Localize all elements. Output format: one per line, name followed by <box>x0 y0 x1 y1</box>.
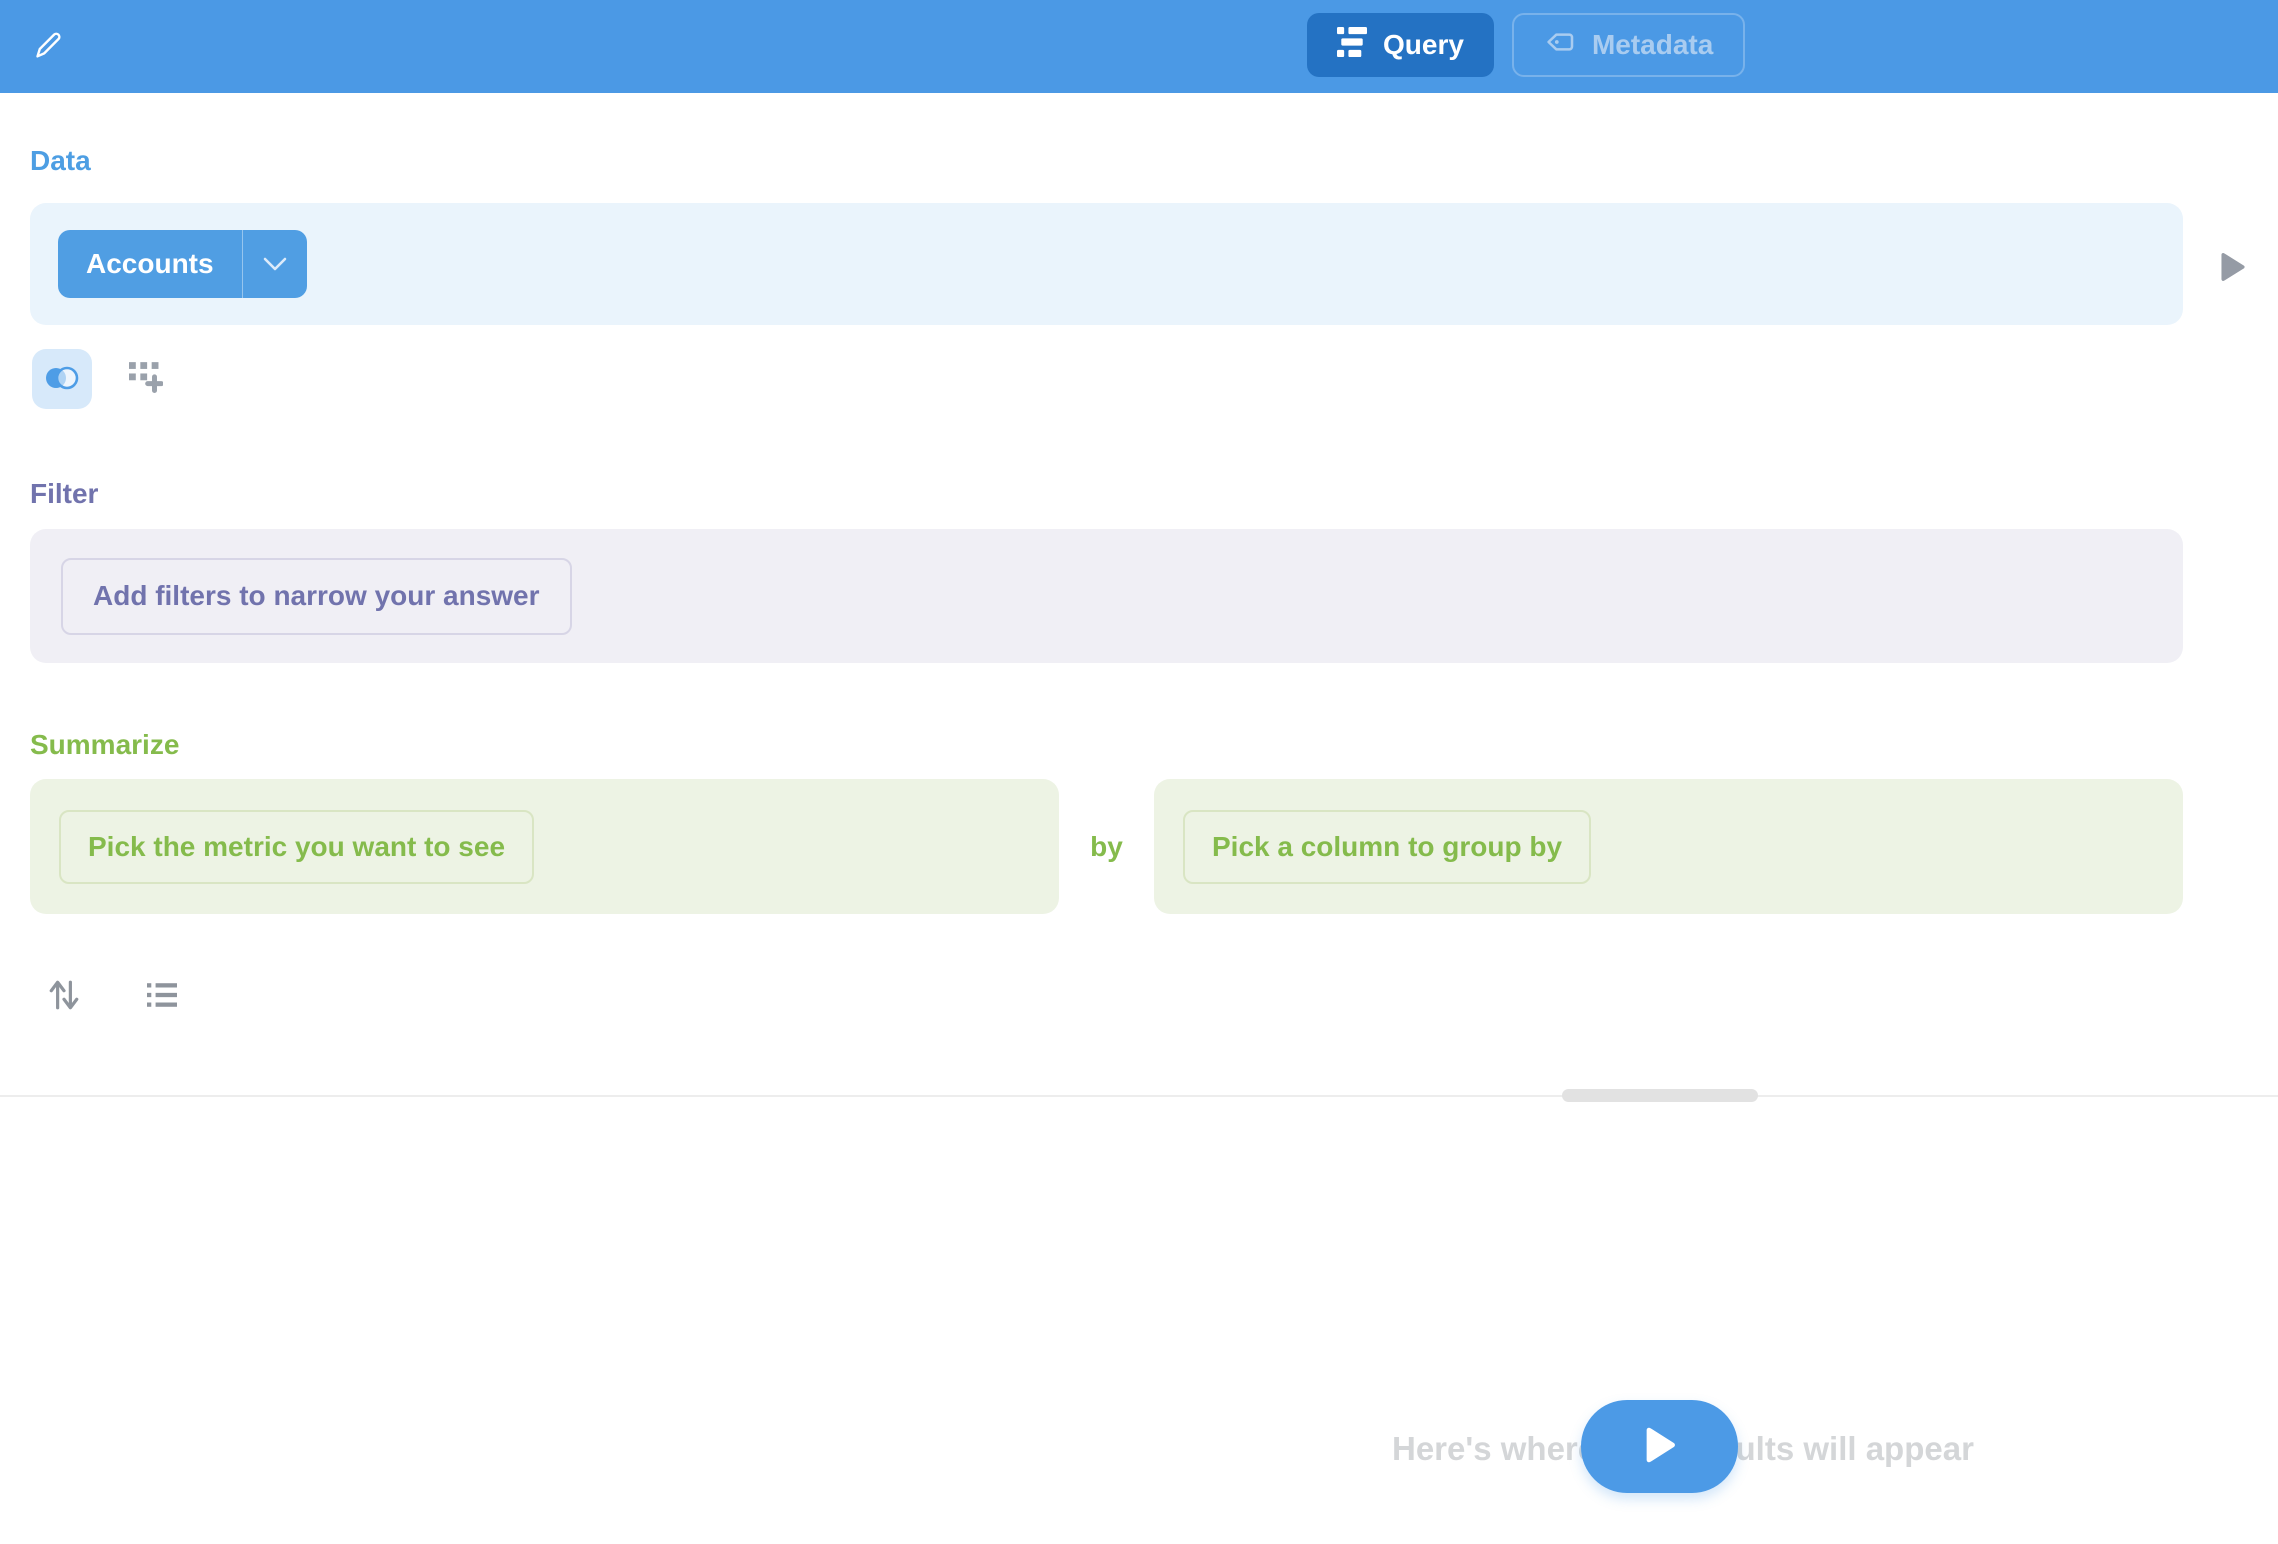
list-icon <box>147 982 177 1011</box>
metric-clause-container: Pick the metric you want to see <box>30 779 1059 914</box>
header-bar: Query Metadata <box>0 0 2278 93</box>
tab-query[interactable]: Query <box>1307 13 1494 77</box>
results-area: Here's where your results will appear <box>0 1103 2278 1544</box>
notebook-icon <box>1337 27 1367 64</box>
data-source-button[interactable]: Accounts <box>58 230 307 298</box>
editor-results-divider <box>0 1089 2278 1103</box>
divider-line <box>0 1095 2278 1097</box>
pencil-icon <box>31 50 65 65</box>
pick-group-by-button[interactable]: Pick a column to group by <box>1183 810 1591 884</box>
by-label: by <box>1059 831 1154 863</box>
tag-icon <box>1544 26 1576 65</box>
data-section-label: Data <box>30 145 91 177</box>
join-data-button[interactable] <box>32 349 92 409</box>
filter-clause-container: Add filters to narrow your answer <box>30 529 2183 663</box>
tab-query-label: Query <box>1383 29 1464 61</box>
query-builder-page: Query Metadata Data Accounts <box>0 0 2278 1542</box>
header-tabs: Query Metadata <box>1307 13 1745 77</box>
query-step-actions <box>48 979 2278 1013</box>
data-clause-container: Accounts <box>30 203 2183 325</box>
notebook-editor: Data Accounts <box>30 145 2278 1013</box>
pick-metric-button[interactable]: Pick the metric you want to see <box>59 810 534 884</box>
tab-metadata-label: Metadata <box>1592 29 1713 61</box>
run-query-button[interactable] <box>1581 1400 1738 1493</box>
custom-column-button[interactable] <box>128 361 164 397</box>
add-filters-button[interactable]: Add filters to narrow your answer <box>61 558 572 635</box>
summarize-section-label: Summarize <box>30 729 179 761</box>
play-icon <box>2218 272 2248 287</box>
tab-metadata[interactable]: Metadata <box>1512 13 1745 77</box>
play-icon <box>1640 1423 1680 1470</box>
filter-section-label: Filter <box>30 478 98 510</box>
data-step-actions <box>32 349 2278 409</box>
sort-step-button[interactable] <box>48 979 80 1013</box>
summarize-row: Pick the metric you want to see by Pick … <box>30 779 2183 914</box>
preview-step-button[interactable] <box>2216 250 2250 284</box>
resize-drag-handle[interactable] <box>1562 1089 1758 1102</box>
group-by-clause-container: Pick a column to group by <box>1154 779 2183 914</box>
data-source-label: Accounts <box>58 230 242 298</box>
row-limit-step-button[interactable] <box>146 979 178 1013</box>
chevron-down-icon[interactable] <box>242 230 307 298</box>
join-circles-icon <box>44 365 80 394</box>
add-grid-icon <box>129 362 163 397</box>
sort-arrows-icon <box>48 978 80 1015</box>
edit-question-button[interactable] <box>30 28 66 64</box>
data-row: Accounts <box>30 203 2278 325</box>
